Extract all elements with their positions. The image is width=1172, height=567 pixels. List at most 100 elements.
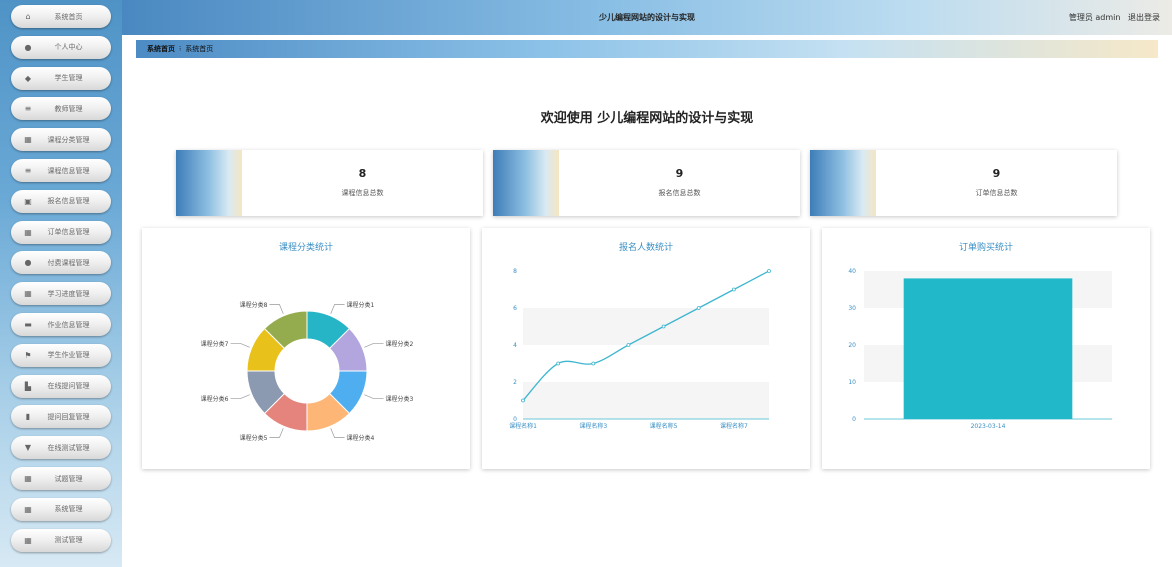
sidebar-item[interactable]: ▣ 报名信息管理 bbox=[11, 189, 111, 213]
grid-band bbox=[523, 382, 769, 419]
sidebar-item-label: 课程信息管理 bbox=[47, 166, 90, 175]
sidebar-item[interactable]: ● 付费课程管理 bbox=[11, 251, 111, 275]
pie-label: 课程分类4 bbox=[347, 434, 375, 442]
pie-label: 课程分类7 bbox=[201, 340, 229, 348]
sidebar-item[interactable]: ▦ 课程分类管理 bbox=[11, 128, 111, 152]
sidebar: ⌂ 系统首页 ● 个人中心 ◆ 学生管理 ≡ 教师管理 ▦ 课程分类管理 ≡ 课程信息管理 ▣ 报名信息管… bbox=[0, 0, 122, 567]
pie-label-line bbox=[330, 304, 345, 314]
stat-value: 8 bbox=[358, 167, 367, 180]
stat-gradient-block bbox=[493, 150, 559, 216]
sidebar-item[interactable]: ▬ 作业信息管理 bbox=[11, 313, 111, 336]
list-icon: ≡ bbox=[24, 104, 32, 114]
stat-value: 9 bbox=[992, 167, 1001, 180]
sidebar-item-label: 试题管理 bbox=[54, 474, 83, 483]
data-point bbox=[661, 324, 666, 329]
user-label: 管理员 admin bbox=[1068, 13, 1121, 22]
list-icon: ≡ bbox=[24, 166, 32, 175]
stat-gradient-block bbox=[810, 150, 876, 216]
welcome-heading: 欢迎使用 少儿编程网站的设计与实现 bbox=[540, 111, 754, 126]
x-tick-label: 课程名称7 bbox=[720, 422, 748, 430]
y-tick-label: 20 bbox=[848, 342, 856, 349]
pie-label: 课程分类8 bbox=[240, 301, 268, 309]
y-tick-label: 2 bbox=[513, 379, 517, 386]
y-tick-label: 30 bbox=[848, 305, 856, 312]
sidebar-item-label: 学生作业管理 bbox=[47, 351, 90, 360]
y-tick-label: 40 bbox=[848, 268, 856, 275]
pie-label-line bbox=[364, 343, 384, 348]
sidebar-item-label: 报名信息管理 bbox=[47, 197, 90, 206]
pie-label-line bbox=[269, 428, 284, 438]
sidebar-item[interactable]: ▙ 在线提问管理 bbox=[11, 374, 111, 398]
data-point bbox=[626, 343, 631, 347]
sidebar-item-label: 系统首页 bbox=[54, 12, 83, 21]
bar-chart: 0 10 20 30 40 2023-03-14 bbox=[848, 268, 1112, 430]
stat-label: 课程信息总数 bbox=[341, 189, 384, 197]
user-box: 管理员 admin 退出登录 bbox=[1064, 12, 1160, 23]
monitor-icon: ▬ bbox=[24, 320, 32, 329]
sidebar-item[interactable]: ● 个人中心 bbox=[11, 35, 111, 59]
x-tick-label: 课程名称3 bbox=[579, 422, 607, 430]
sidebar-item[interactable]: ▦ 测试管理 bbox=[11, 528, 111, 552]
cup-icon: ▼ bbox=[24, 443, 32, 453]
sidebar-item-label: 学习进度管理 bbox=[47, 289, 90, 298]
sidebar-item[interactable]: ▦ 学习进度管理 bbox=[11, 282, 111, 306]
sidebar-item-label: 系统管理 bbox=[54, 505, 83, 514]
home-icon: ⌂ bbox=[25, 12, 31, 21]
sidebar-item-label: 教师管理 bbox=[54, 104, 83, 113]
chart-icon: ▙ bbox=[24, 381, 32, 391]
stat-gradient-block bbox=[176, 150, 242, 216]
grid-icon: ▦ bbox=[24, 135, 32, 145]
sidebar-item-label: 学生管理 bbox=[54, 74, 83, 83]
table-icon: ▦ bbox=[24, 535, 32, 545]
sidebar-item[interactable]: ≡ 教师管理 bbox=[11, 97, 111, 121]
x-tick-label: 课程名称5 bbox=[650, 422, 678, 430]
line-chart-card: 报名人数统计 0 2 4 6 8 课程名称1 课程名称3 课程名称5 课程名称7 bbox=[482, 228, 810, 469]
breadcrumb-current: 系统首页 bbox=[185, 45, 214, 53]
pie-label: 课程分类5 bbox=[240, 434, 268, 442]
breadcrumb-home[interactable]: 系统首页 bbox=[147, 45, 175, 53]
sidebar-item-label: 在线提问管理 bbox=[47, 382, 90, 391]
sidebar-item[interactable]: ▮ 提问回复管理 bbox=[11, 405, 111, 429]
sidebar-item[interactable]: ▼ 在线测试管理 bbox=[11, 436, 111, 460]
sidebar-item[interactable]: ▦ 系统管理 bbox=[11, 497, 111, 521]
sidebar-item[interactable]: ▦ 试题管理 bbox=[11, 467, 111, 490]
y-tick-label: 0 bbox=[852, 416, 856, 423]
top-header: 少儿编程网站的设计与实现 管理员 admin 退出登录 bbox=[122, 0, 1172, 35]
user-icon: ● bbox=[24, 42, 32, 52]
sidebar-item[interactable]: ⌂ 系统首页 bbox=[11, 5, 111, 28]
sidebar-item[interactable]: ⚑ 学生作业管理 bbox=[11, 343, 111, 367]
pie-label: 课程分类2 bbox=[386, 340, 414, 348]
user-icon: ● bbox=[24, 258, 32, 268]
breadcrumb: 系统首页 ⁝ 系统首页 bbox=[136, 40, 1158, 58]
data-point bbox=[731, 287, 736, 292]
sidebar-item[interactable]: ≡ 课程信息管理 bbox=[11, 159, 111, 182]
sidebar-item-label: 个人中心 bbox=[54, 43, 83, 52]
bar bbox=[903, 278, 1073, 419]
data-point bbox=[521, 398, 525, 403]
pie-label: 课程分类6 bbox=[201, 395, 229, 403]
pie-label-line bbox=[230, 343, 250, 348]
sidebar-item[interactable]: ◆ 学生管理 bbox=[11, 66, 111, 90]
sidebar-item-label: 付费课程管理 bbox=[47, 258, 90, 267]
sidebar-item-label: 订单信息管理 bbox=[47, 228, 90, 237]
grid-band bbox=[523, 308, 769, 345]
stat-card-enrollments: 9 报名信息总数 bbox=[493, 150, 800, 216]
grid-icon: ▦ bbox=[24, 289, 32, 299]
sidebar-item[interactable]: ▦ 订单信息管理 bbox=[11, 220, 111, 244]
pie-label-line bbox=[330, 428, 345, 438]
y-tick-label: 10 bbox=[848, 379, 856, 386]
grid-icon: ▦ bbox=[24, 504, 32, 514]
pie-label: 课程分类1 bbox=[347, 301, 375, 309]
data-point bbox=[591, 361, 596, 366]
y-tick-label: 0 bbox=[513, 416, 517, 423]
sidebar-item-label: 测试管理 bbox=[54, 536, 83, 545]
logout-link[interactable]: 退出登录 bbox=[1128, 13, 1160, 22]
bar-chart-icon: ▮ bbox=[25, 412, 31, 422]
stat-label: 订单信息总数 bbox=[975, 189, 1018, 197]
data-point bbox=[556, 361, 561, 366]
x-tick-label: 2023-03-14 bbox=[971, 423, 1006, 430]
y-tick-label: 4 bbox=[513, 342, 517, 349]
grid-icon: ▦ bbox=[24, 227, 32, 237]
grid-icon: ▦ bbox=[24, 474, 32, 483]
data-point bbox=[696, 306, 701, 310]
